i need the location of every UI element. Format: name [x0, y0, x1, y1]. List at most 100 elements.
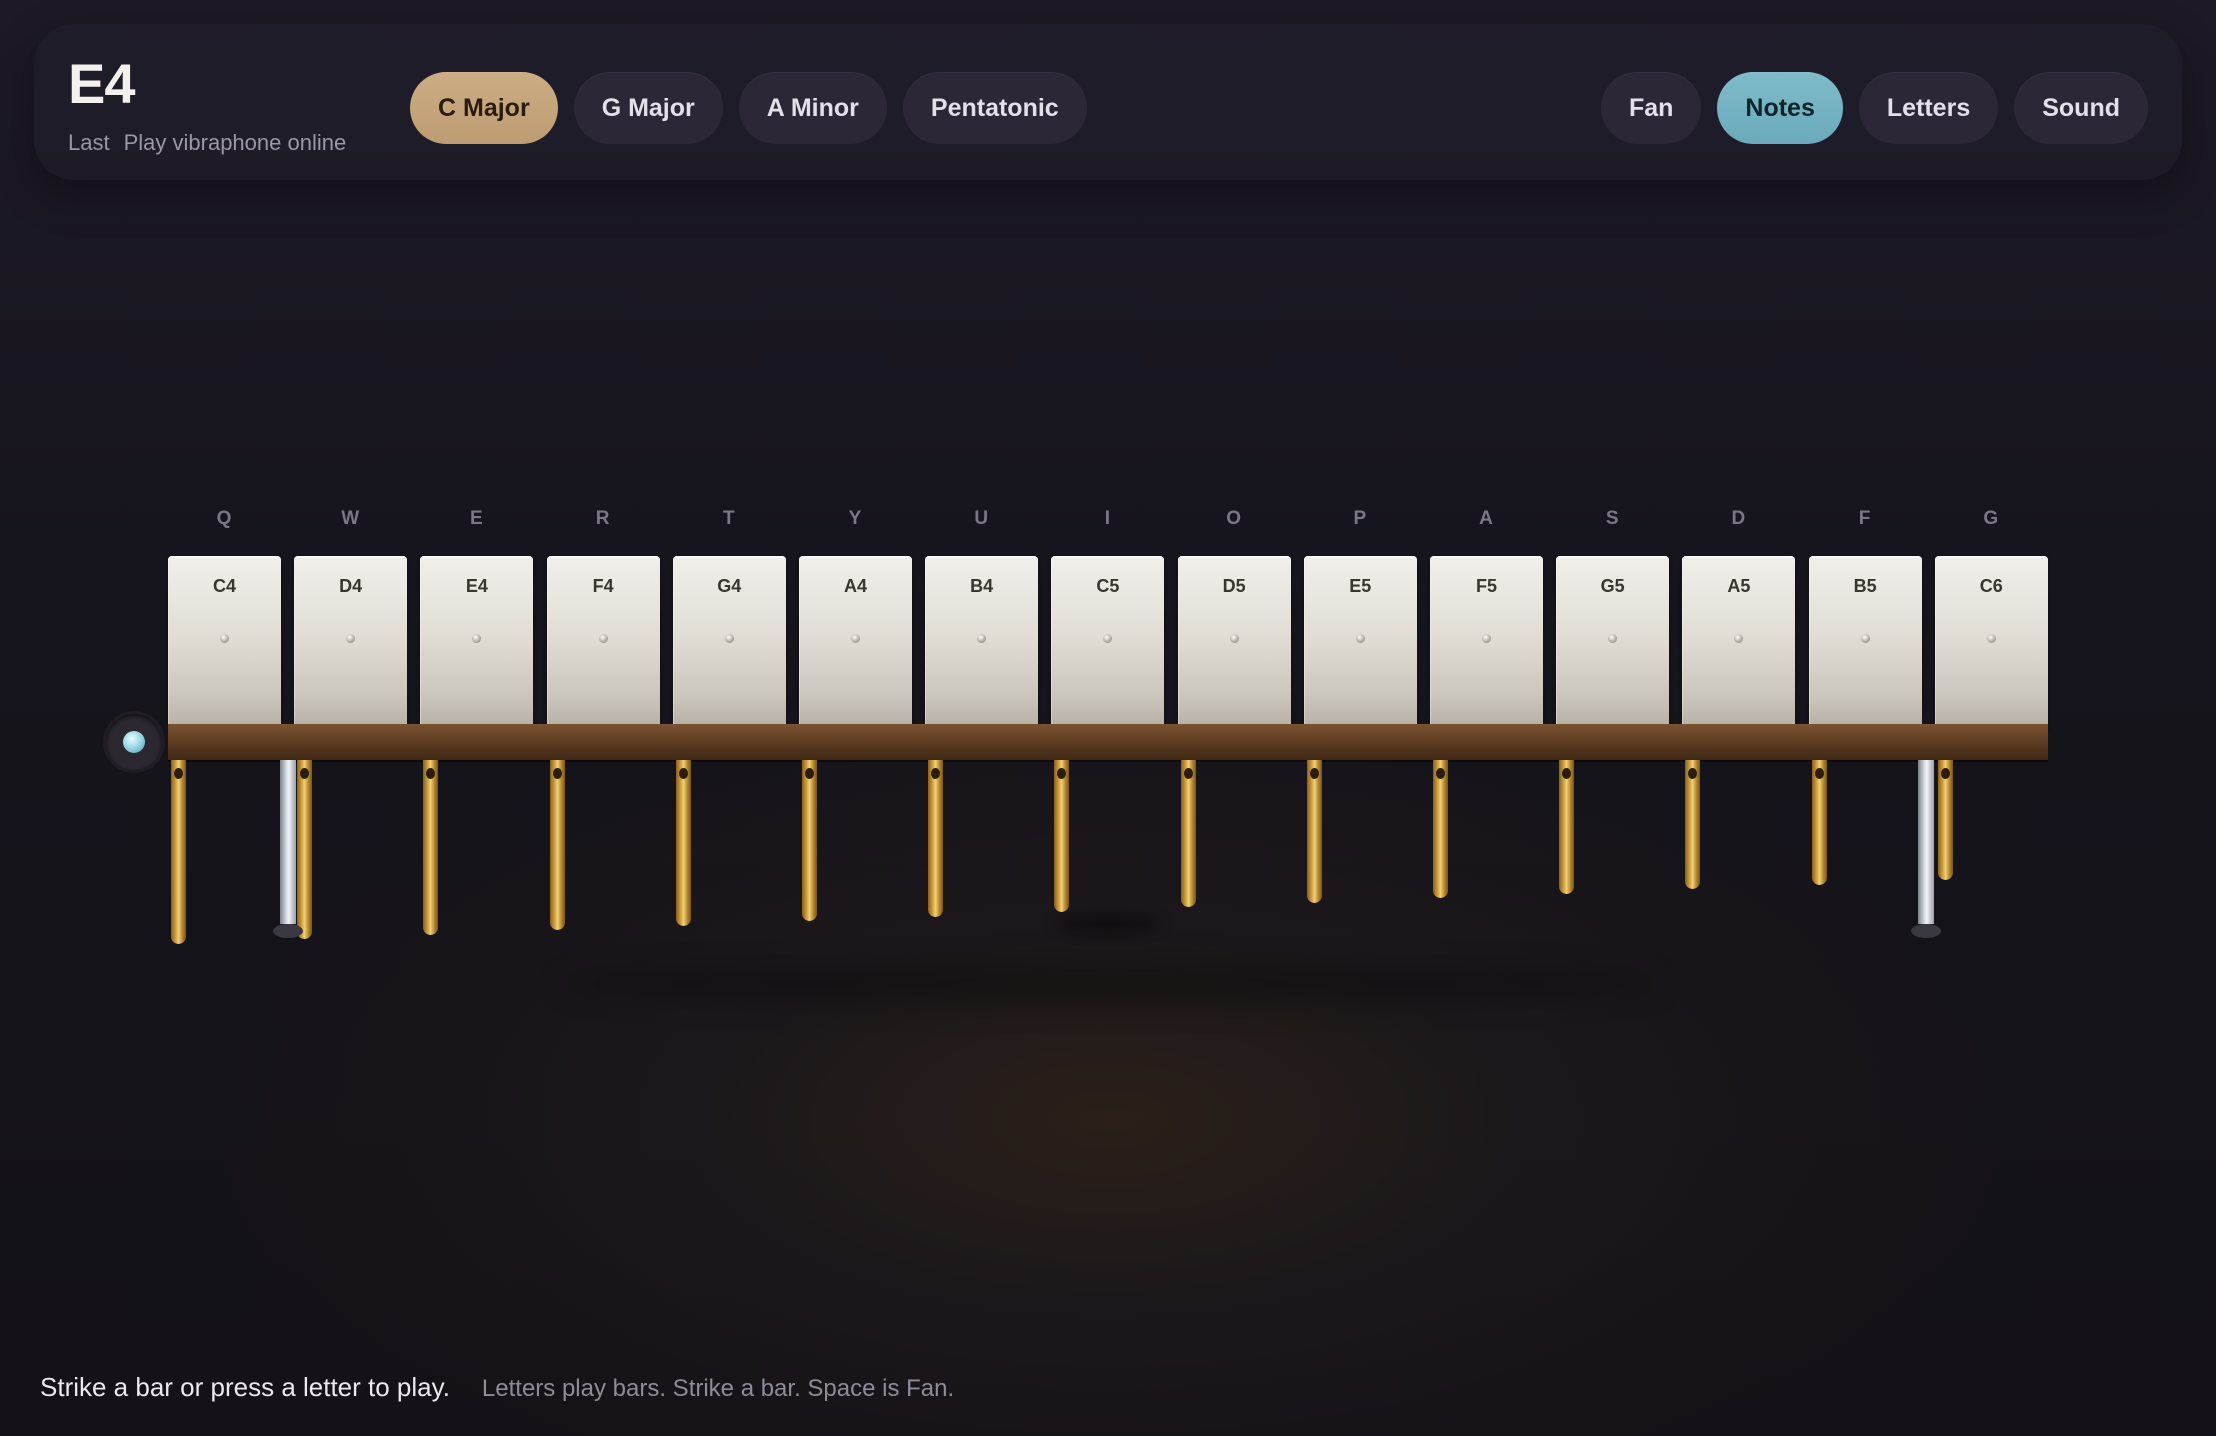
mount-hole-icon [1482, 634, 1491, 643]
bar-c6[interactable]: C6 [1934, 556, 2048, 728]
vibraphone-app: E4 Last Play vibraphone online C Major G … [0, 0, 2216, 1436]
bar-note-label: B5 [1853, 576, 1877, 596]
vibraphone-bars: C4 D4 E4 F4 G4 A4 B4 C5 D5 E5 F5 G5 A5 B5 C6 [0, 556, 2216, 728]
bar-e5[interactable]: E5 [1303, 556, 1417, 728]
bar-note-label: F4 [592, 576, 614, 596]
mount-hole-icon [1355, 634, 1365, 643]
bar-note-label: D5 [1222, 576, 1246, 596]
right-stand-leg [1918, 760, 1934, 924]
key-letter-a: A [1479, 508, 1494, 529]
status-footer: Strike a bar or press a letter to play. L… [40, 1372, 954, 1403]
bar-note-label: A4 [843, 576, 867, 596]
mount-hole-icon [1734, 634, 1744, 643]
frame-rail [168, 724, 2048, 760]
key-letter-q: Q [216, 508, 233, 529]
key-letter-f: F [1858, 508, 1872, 529]
letters-toggle[interactable]: Letters [1858, 72, 1999, 144]
key-letter-e: E [470, 508, 484, 529]
key-letter-y: Y [848, 508, 863, 529]
resonator-tube-d4 [297, 760, 313, 940]
resonator-tube-b5 [1811, 760, 1827, 885]
bar-note-label: E5 [1349, 576, 1372, 596]
key-letter-w: W [341, 508, 361, 529]
bar-note-label: A5 [1727, 576, 1751, 596]
scale-button-g-major[interactable]: G Major [573, 72, 723, 144]
key-letter-i: I [1104, 508, 1112, 529]
bar-d5[interactable]: D5 [1177, 556, 1291, 728]
option-toggles: Fan Notes Letters Sound [1600, 72, 2148, 144]
bar-note-label: C4 [212, 576, 236, 596]
top-bar: E4 Last Play vibraphone online C Major G … [34, 24, 2182, 180]
bar-note-label: C5 [1096, 576, 1120, 596]
bar-g4[interactable]: G4 [672, 556, 786, 728]
mount-hole-icon [851, 634, 860, 643]
bar-a5[interactable]: A5 [1682, 556, 1796, 728]
last-note-title: E4 [68, 52, 135, 115]
subtitle: Last Play vibraphone online [68, 130, 346, 156]
bar-e4[interactable]: E4 [420, 556, 534, 728]
mount-hole-icon [1608, 634, 1618, 643]
bar-f5[interactable]: F5 [1430, 556, 1543, 728]
key-letter-s: S [1605, 508, 1620, 529]
mount-hole-icon [598, 634, 608, 643]
right-stand-foot [1911, 924, 1941, 938]
bar-d4[interactable]: D4 [294, 556, 408, 728]
scale-selector: C Major G Major A Minor Pentatonic [410, 72, 1087, 144]
key-letter-d: D [1731, 508, 1747, 529]
left-stand-leg [280, 760, 296, 924]
sound-toggle[interactable]: Sound [2014, 72, 2148, 144]
key-letter-r: R [595, 508, 611, 529]
bar-note-label: E4 [465, 576, 488, 596]
key-letter-t: T [722, 508, 736, 529]
key-letter-p: P [1353, 508, 1368, 529]
bar-f4[interactable]: F4 [546, 556, 660, 728]
mount-hole-icon [472, 634, 482, 643]
resonator-tube-a4 [802, 760, 817, 922]
resonator-tube-f5 [1433, 760, 1448, 899]
subtitle-label: Last [68, 130, 110, 155]
key-letter-row: QWERTYUIOPASDFG [0, 508, 2216, 538]
bar-note-label: G4 [717, 576, 742, 596]
subtitle-text: Play vibraphone online [123, 130, 347, 155]
mount-hole-icon [724, 634, 734, 643]
bar-c4[interactable]: C4 [168, 556, 281, 728]
scale-button-c-major[interactable]: C Major [410, 72, 558, 144]
resonator-tube-e4 [423, 760, 439, 935]
resonator-tube-g4 [675, 760, 691, 926]
resonator-tube-g5 [1559, 760, 1575, 894]
keyboard-hint: Letters play bars. Strike a bar. Space i… [481, 1375, 955, 1402]
instruction-text: Strike a bar or press a letter to play. [40, 1372, 450, 1402]
resonator-tube-e5 [1306, 760, 1322, 903]
key-letter-o: O [1226, 508, 1242, 529]
fan-toggle[interactable]: Fan [1600, 72, 1702, 144]
mount-hole-icon [1986, 634, 1996, 643]
bar-note-label: G5 [1600, 576, 1625, 596]
key-letter-g: G [1983, 508, 2000, 529]
mount-hole-icon [1229, 634, 1239, 643]
bar-c5[interactable]: C5 [1051, 556, 1165, 728]
bar-note-label: B4 [970, 576, 994, 596]
mount-hole-icon [346, 634, 356, 643]
left-stand-foot [273, 924, 303, 938]
bar-a4[interactable]: A4 [799, 556, 912, 728]
scale-button-a-minor[interactable]: A Minor [738, 72, 887, 144]
scale-button-pentatonic[interactable]: Pentatonic [902, 72, 1087, 144]
key-letter-u: U [974, 508, 990, 529]
resonator-tube-b4 [928, 760, 944, 917]
mount-hole-icon [1860, 634, 1870, 643]
resonator-tube-f4 [549, 760, 565, 931]
floor-shadow [560, 964, 1660, 1004]
bar-b5[interactable]: B5 [1808, 556, 1922, 728]
bar-note-label: F5 [1475, 576, 1497, 596]
resonator-tube-d5 [1180, 760, 1196, 908]
resonator-tubes [0, 760, 2216, 960]
notes-toggle[interactable]: Notes [1717, 72, 1843, 144]
mount-hole-icon [977, 634, 987, 643]
resonator-tube-c4 [171, 760, 186, 944]
fan-indicator-light [123, 731, 145, 753]
bar-b4[interactable]: B4 [925, 556, 1039, 728]
bar-note-label: C6 [1979, 576, 2003, 596]
resonator-tube-c6 [1937, 760, 1953, 880]
bar-g5[interactable]: G5 [1556, 556, 1670, 728]
resonator-tube-c5 [1054, 760, 1070, 912]
